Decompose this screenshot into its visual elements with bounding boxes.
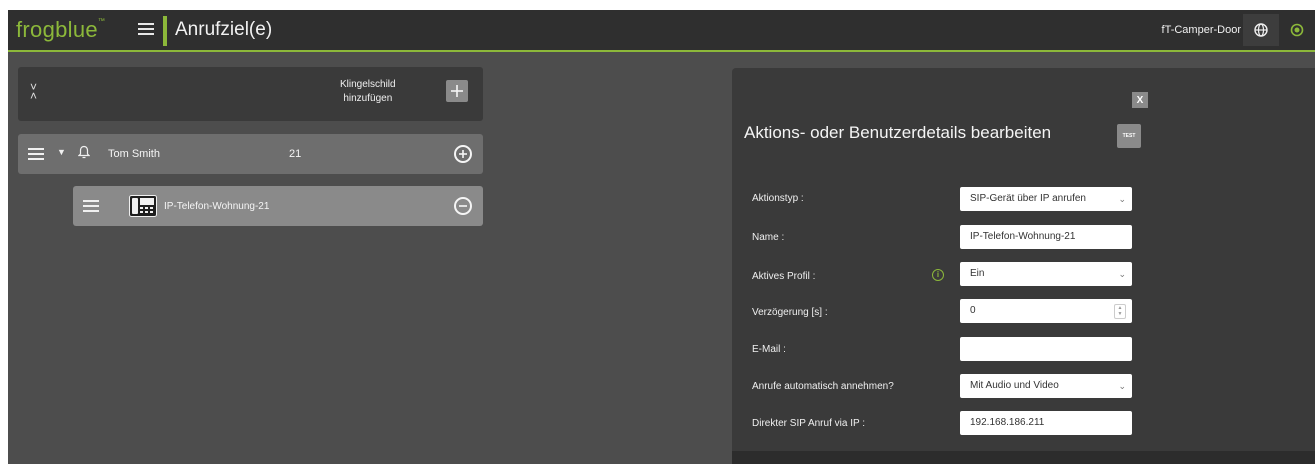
status-icon <box>1290 23 1304 37</box>
expand-caret-icon[interactable]: ▼ <box>57 147 66 157</box>
add-doorbell-button[interactable] <box>446 80 468 102</box>
call-target-label: IP-Telefon-Wohnung-21 <box>164 201 270 212</box>
device-name: fT-Camper-Door <box>1161 24 1241 36</box>
spinner-icon[interactable]: ▲ ▼ <box>1114 304 1126 319</box>
globe-icon <box>1254 23 1268 37</box>
chevron-down-icon: ⌄ <box>1118 381 1126 391</box>
app-window: frogblue™ Anrufziel(e) fT-Camper-Door ˅ ˄… <box>8 10 1315 464</box>
add-doorbell-label: Klingelschild hinzufügen <box>340 79 396 104</box>
bell-icon <box>78 145 90 159</box>
contact-row[interactable]: ▼ Tom Smith 21 <box>18 134 483 174</box>
contact-number: 21 <box>289 148 302 160</box>
add-target-button[interactable] <box>454 145 472 163</box>
call-target-row[interactable]: IP-Telefon-Wohnung-21 <box>73 186 483 226</box>
plus-circle-icon <box>459 150 467 158</box>
direct-sip-input[interactable]: 192.168.186.211 <box>960 411 1132 435</box>
info-icon[interactable]: i <box>932 269 944 281</box>
direct-sip-label: Direkter SIP Anruf via IP : <box>752 418 866 429</box>
top-bar: frogblue™ Anrufziel(e) fT-Camper-Door <box>8 10 1315 52</box>
active-profile-select[interactable]: Ein ⌄ <box>960 262 1132 286</box>
chevron-down-icon: ⌄ <box>1118 194 1126 204</box>
menu-icon[interactable] <box>138 23 154 35</box>
title-accent-bar <box>163 16 167 46</box>
action-type-label: Aktionstyp : <box>752 193 804 204</box>
ip-phone-icon <box>129 195 157 217</box>
auto-answer-label: Anrufe automatisch annehmen? <box>752 381 894 392</box>
delay-input[interactable]: 0 ▲ ▼ <box>960 299 1132 323</box>
dialog-title: Aktions- oder Benutzerdetails bearbeiten <box>744 123 1052 142</box>
contact-name: Tom Smith <box>108 148 160 160</box>
collapse-expand-icon[interactable]: ˅ ˄ <box>30 81 37 102</box>
page-title: Anrufziel(e) <box>175 19 273 40</box>
edit-details-dialog: X Aktions- oder Benutzerdetails bearbeit… <box>732 68 1315 464</box>
test-button[interactable]: TEST <box>1117 124 1141 148</box>
name-input[interactable]: IP-Telefon-Wohnung-21 <box>960 225 1132 249</box>
auto-answer-select[interactable]: Mit Audio und Video ⌄ <box>960 374 1132 398</box>
frogblue-logo: frogblue™ <box>16 17 106 42</box>
minus-circle-icon <box>459 205 467 207</box>
doorbell-list-header: ˅ ˄ Klingelschild hinzufügen <box>18 67 483 121</box>
close-button[interactable]: X <box>1132 92 1148 108</box>
drag-handle-icon[interactable] <box>28 148 44 163</box>
email-label: E-Mail : <box>752 344 786 355</box>
drag-handle-icon[interactable] <box>83 200 99 215</box>
delay-label: Verzögerung [s] : <box>752 307 828 318</box>
remove-target-button[interactable] <box>454 197 472 215</box>
language-button[interactable] <box>1243 14 1279 46</box>
plus-icon <box>451 85 463 97</box>
status-button[interactable] <box>1279 14 1315 46</box>
email-input[interactable] <box>960 337 1132 361</box>
active-profile-label: Aktives Profil : <box>752 271 816 282</box>
action-type-select[interactable]: SIP-Gerät über IP anrufen ⌄ <box>960 187 1132 211</box>
dialog-footer-strip <box>732 451 1315 464</box>
chevron-down-icon: ⌄ <box>1118 269 1126 279</box>
name-label: Name : <box>752 232 785 243</box>
